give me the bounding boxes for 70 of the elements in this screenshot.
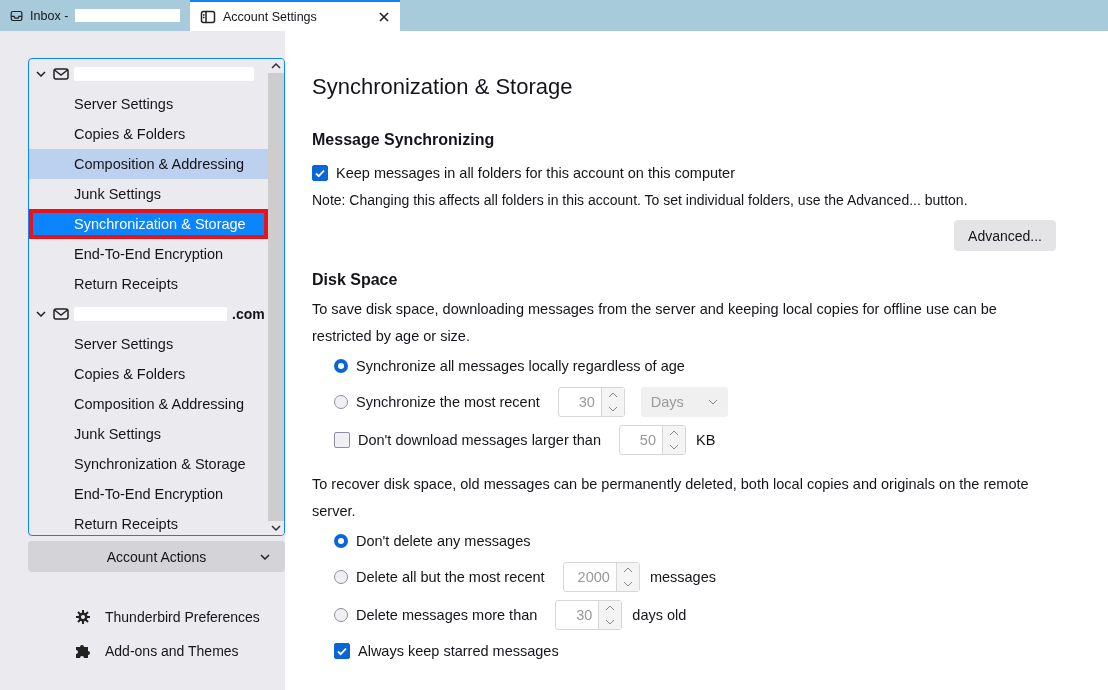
unit-label: messages (649, 569, 716, 585)
settings-item[interactable]: Synchronization & Storage (29, 209, 268, 239)
account-actions-button[interactable]: Account Actions (28, 541, 285, 572)
description-text: To save disk space, downloading messages from the server and keeping local copies for offline use can be restricted by age or size. (312, 300, 998, 346)
link[interactable]: Add-ons and Themes (105, 643, 239, 659)
close-icon[interactable] (378, 10, 390, 23)
chevron-icon[interactable] (36, 311, 46, 317)
option-label: Always keep starred messages (358, 643, 559, 659)
settings-item[interactable]: Copies & Folders (29, 119, 268, 149)
tab[interactable]: Account Settings (190, 0, 400, 31)
settings-item[interactable]: Return Receipts (29, 509, 268, 535)
caret-down-icon[interactable] (622, 581, 633, 587)
option-label: Don't delete any messages (356, 533, 531, 549)
caret-down-icon[interactable] (605, 619, 616, 625)
radio-button[interactable] (334, 570, 348, 584)
checkbox[interactable] (312, 165, 328, 181)
mail-icon (53, 308, 69, 320)
settings-item[interactable]: End-To-End Encryption (29, 479, 268, 509)
settings-item[interactable]: Synchronization & Storage (29, 449, 268, 479)
unit-label: days old (632, 607, 687, 623)
section-heading: Disk Space (312, 271, 399, 289)
account-row[interactable]: .com (29, 299, 268, 329)
unit-label: KB (695, 432, 716, 448)
note-text: Note: Changing this affects all folders in this account. To set individual folders, use the Advanced... button. (312, 192, 969, 208)
option-label: Synchronize all messages locally regardless of age (356, 358, 685, 374)
settings-item[interactable]: End-To-End Encryption (29, 239, 268, 269)
settings-item[interactable]: Junk Settings (29, 179, 268, 209)
scroll-up-icon[interactable] (271, 63, 281, 69)
caret-down-icon[interactable] (668, 444, 679, 450)
caret-down-icon[interactable] (607, 406, 618, 412)
checkmark-icon (314, 167, 326, 179)
radio-button[interactable] (334, 608, 348, 622)
puzzle-icon (75, 643, 91, 659)
settings-item[interactable]: Server Settings (29, 329, 268, 359)
caret-icon (707, 399, 718, 405)
checkmark-icon (336, 645, 348, 657)
caret-up-icon[interactable] (605, 605, 616, 611)
caret-up-icon[interactable] (607, 392, 618, 398)
radio-button[interactable] (334, 359, 348, 373)
settings-item[interactable]: Copies & Folders (29, 359, 268, 389)
checkbox[interactable] (334, 432, 350, 448)
scrollbar[interactable] (268, 59, 284, 535)
option-label: Keep messages in all folders for this account on this computer (336, 165, 735, 181)
advanced-button[interactable]: Advanced... (954, 220, 1056, 251)
account-name: .com (232, 306, 265, 322)
scroll-down-icon[interactable] (271, 525, 281, 531)
chevron-icon[interactable] (36, 71, 46, 77)
option-label: Don't download messages larger than (358, 432, 601, 448)
section-heading: Message Synchronizing (312, 131, 496, 149)
link[interactable]: Thunderbird Preferences (105, 609, 260, 625)
gear-icon (75, 609, 91, 625)
description-text: To recover disk space, old messages can be permanently deleted, both local copies and originals on the remote server. (312, 475, 1030, 521)
mail-icon (53, 68, 69, 80)
chevron-icon (260, 553, 270, 560)
settings-item[interactable]: Server Settings (29, 89, 268, 119)
option-label: Delete all but the most recent (356, 569, 545, 585)
caret-up-icon[interactable] (622, 567, 633, 573)
settings-item[interactable]: Composition & Addressing (29, 149, 268, 179)
page-title: Synchronization & Storage (312, 74, 574, 100)
caret-up-icon[interactable] (668, 430, 679, 436)
panel-icon (200, 8, 216, 25)
option-label: Synchronize the most recent (356, 394, 540, 410)
radio-button[interactable] (334, 395, 348, 409)
option-label: Delete messages more than (356, 607, 538, 623)
settings-item[interactable]: Return Receipts (29, 269, 268, 299)
tab[interactable]: Inbox - (0, 0, 190, 31)
settings-item[interactable]: Junk Settings (29, 419, 268, 449)
checkbox[interactable] (334, 643, 350, 659)
settings-item[interactable]: Composition & Addressing (29, 389, 268, 419)
radio-button[interactable] (334, 534, 348, 548)
